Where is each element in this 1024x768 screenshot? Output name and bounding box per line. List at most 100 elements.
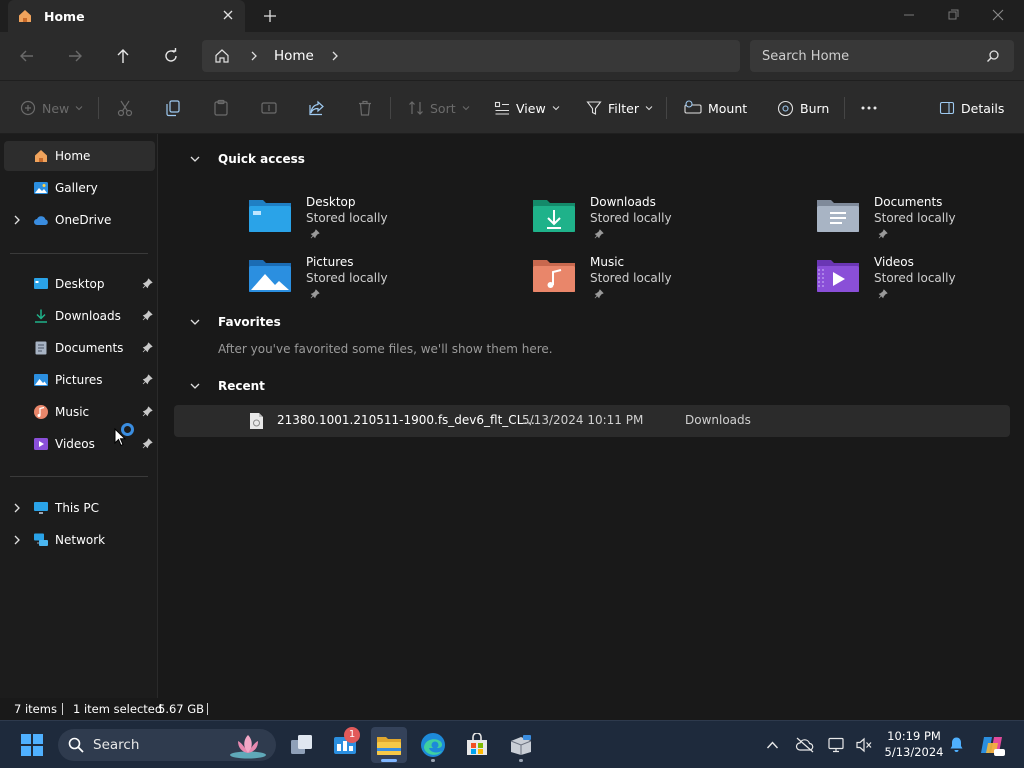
pin-icon bbox=[310, 229, 320, 239]
cut-icon[interactable] bbox=[116, 98, 134, 118]
paste-icon[interactable] bbox=[212, 98, 230, 118]
pin-icon bbox=[594, 229, 604, 239]
filter-button[interactable]: Filter bbox=[586, 98, 653, 118]
add-tab-icon[interactable] bbox=[262, 8, 278, 24]
up-icon[interactable] bbox=[114, 47, 132, 65]
section-title: Recent bbox=[218, 379, 265, 393]
recent-file-name: 21380.1001.210511-1900.fs_dev6_flt_CL... bbox=[277, 413, 535, 427]
folder-name: Videos bbox=[874, 255, 914, 269]
quick-access-downloads[interactable]: Downloads Stored locally bbox=[532, 194, 772, 246]
forward-icon[interactable] bbox=[66, 47, 84, 65]
pin-icon[interactable] bbox=[142, 374, 153, 385]
sidebar-item-music[interactable]: Music bbox=[4, 397, 155, 427]
sidebar-item-downloads[interactable]: Downloads bbox=[4, 301, 155, 331]
notification-bell-icon[interactable] bbox=[949, 736, 964, 753]
task-view-icon bbox=[291, 735, 312, 754]
system-clock[interactable]: 10:19 PM 5/13/2024 bbox=[880, 728, 948, 760]
chevron-right-icon[interactable] bbox=[248, 50, 260, 62]
search-icon[interactable] bbox=[986, 49, 1000, 63]
file-explorer-icon bbox=[377, 737, 401, 755]
edge-browser-icon bbox=[421, 733, 445, 757]
quick-access-header[interactable]: Quick access bbox=[159, 147, 1024, 171]
edge-browser-button[interactable] bbox=[415, 727, 451, 763]
chevron-right-icon[interactable] bbox=[12, 214, 22, 226]
pin-icon bbox=[594, 289, 604, 299]
windows-start-icon[interactable] bbox=[21, 734, 43, 756]
pin-icon[interactable] bbox=[142, 342, 153, 353]
taskbar-search[interactable]: Search bbox=[58, 729, 276, 761]
section-title: Favorites bbox=[218, 315, 281, 329]
breadcrumb[interactable]: Home bbox=[202, 40, 740, 72]
recent-header[interactable]: Recent bbox=[159, 374, 1024, 398]
downloads-folder-icon bbox=[533, 200, 575, 232]
search-box[interactable] bbox=[750, 40, 1014, 72]
address-bar: Home bbox=[0, 32, 1024, 80]
details-button[interactable]: Details bbox=[939, 98, 1004, 118]
search-input[interactable] bbox=[762, 47, 982, 65]
cloud-offline-icon[interactable] bbox=[795, 737, 815, 753]
chevron-down-icon[interactable] bbox=[189, 153, 201, 165]
chevron-down-icon[interactable] bbox=[189, 316, 201, 328]
table-row[interactable]: 21380.1001.210511-1900.fs_dev6_flt_CL...… bbox=[174, 405, 1010, 437]
sort-button[interactable]: Sort bbox=[408, 98, 470, 118]
details-label: Details bbox=[961, 100, 1005, 116]
burn-button[interactable]: Burn bbox=[777, 98, 829, 118]
network-monitor-icon[interactable] bbox=[828, 737, 846, 753]
quick-access-documents[interactable]: Documents Stored locally bbox=[816, 194, 1024, 246]
sidebar-item-label: Pictures bbox=[55, 373, 103, 387]
quick-access-desktop[interactable]: Desktop Stored locally bbox=[248, 194, 488, 246]
rename-icon[interactable] bbox=[260, 98, 278, 118]
pin-icon[interactable] bbox=[142, 406, 153, 417]
toolbar-divider bbox=[666, 97, 667, 119]
chevron-right-icon[interactable] bbox=[12, 534, 22, 546]
back-icon[interactable] bbox=[18, 47, 36, 65]
folder-status: Stored locally bbox=[590, 271, 672, 285]
minimize-icon[interactable] bbox=[902, 8, 916, 22]
view-button[interactable]: View bbox=[494, 98, 560, 118]
pin-icon[interactable] bbox=[142, 438, 153, 449]
new-button[interactable]: New bbox=[20, 98, 83, 118]
installer-app-button[interactable] bbox=[503, 727, 539, 763]
copy-icon[interactable] bbox=[164, 98, 182, 118]
tab-home[interactable]: Home bbox=[8, 0, 245, 32]
quick-access-videos[interactable]: Videos Stored locally bbox=[816, 254, 1024, 306]
quick-access-music[interactable]: Music Stored locally bbox=[532, 254, 772, 306]
breadcrumb-home[interactable]: Home bbox=[274, 48, 314, 64]
sidebar-item-pictures[interactable]: Pictures bbox=[4, 365, 155, 395]
quick-access-pictures[interactable]: Pictures Stored locally bbox=[248, 254, 488, 306]
sort-icon bbox=[409, 101, 423, 115]
more-options-icon[interactable] bbox=[860, 98, 878, 118]
favorites-empty-message: After you've favorited some files, we'll… bbox=[218, 342, 553, 356]
share-icon[interactable] bbox=[308, 98, 326, 118]
sidebar-item-this-pc[interactable]: This PC bbox=[4, 493, 155, 523]
close-tab-icon[interactable] bbox=[221, 8, 235, 22]
chevron-right-icon[interactable] bbox=[329, 50, 341, 62]
sidebar-item-gallery[interactable]: Gallery bbox=[4, 173, 155, 203]
file-explorer-button[interactable] bbox=[371, 727, 407, 763]
pin-icon[interactable] bbox=[142, 310, 153, 321]
delete-icon[interactable] bbox=[356, 98, 374, 118]
favorites-header[interactable]: Favorites bbox=[159, 310, 1024, 334]
sidebar-item-home[interactable]: Home bbox=[4, 141, 155, 171]
chevron-right-icon[interactable] bbox=[12, 502, 22, 514]
chevron-up-icon[interactable] bbox=[766, 740, 779, 750]
maximize-icon[interactable] bbox=[946, 8, 960, 22]
pin-icon[interactable] bbox=[142, 278, 153, 289]
refresh-icon[interactable] bbox=[162, 47, 180, 65]
mount-button[interactable]: Mount bbox=[684, 98, 747, 118]
sidebar-item-network[interactable]: Network bbox=[4, 525, 155, 555]
sidebar-item-documents[interactable]: Documents bbox=[4, 333, 155, 363]
microsoft-store-button[interactable] bbox=[459, 727, 495, 763]
task-view-button[interactable] bbox=[284, 727, 320, 763]
speaker-muted-icon[interactable] bbox=[855, 737, 873, 753]
sidebar-item-desktop[interactable]: Desktop bbox=[4, 269, 155, 299]
home-outline-icon[interactable] bbox=[214, 48, 230, 64]
close-window-icon[interactable] bbox=[991, 8, 1005, 22]
content-area: Quick access Desktop Stored locally Down… bbox=[159, 134, 1024, 698]
sidebar-item-onedrive[interactable]: OneDrive bbox=[4, 205, 155, 235]
sidebar-item-label: Gallery bbox=[55, 181, 98, 195]
sort-label: Sort bbox=[430, 100, 456, 116]
copilot-icon[interactable] bbox=[980, 733, 1006, 757]
sidebar-item-label: Home bbox=[55, 149, 91, 163]
chevron-down-icon[interactable] bbox=[189, 380, 201, 392]
